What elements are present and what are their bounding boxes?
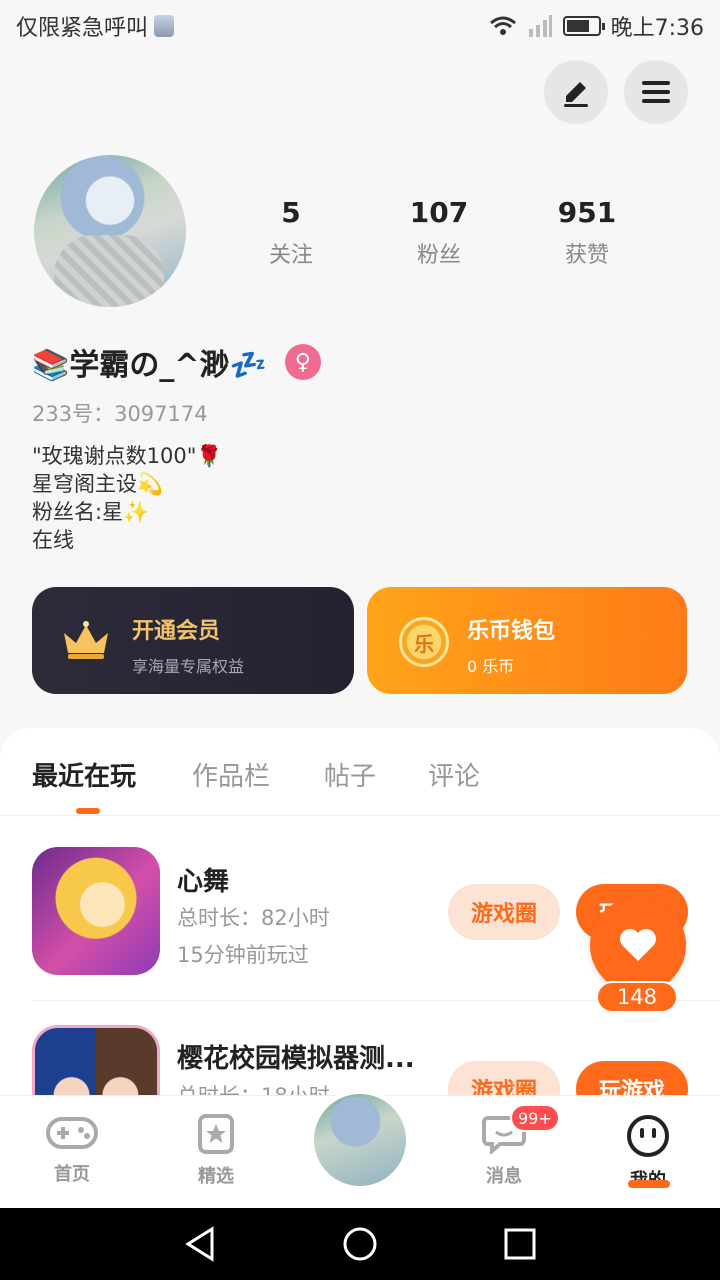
pencil-icon xyxy=(564,82,588,107)
vip-card[interactable]: 开通会员 享海量专属权益 xyxy=(32,587,354,694)
wallet-card[interactable]: 乐 乐币钱包 0 乐币 xyxy=(367,587,687,694)
nav-home[interactable]: 首页 xyxy=(22,1114,122,1186)
crown-icon xyxy=(64,621,108,659)
nav-label: 精选 xyxy=(198,1166,234,1187)
avatar xyxy=(314,1094,406,1186)
nickname: 📚学霸の_^渺💤 xyxy=(32,348,267,383)
signal-icon xyxy=(528,15,552,37)
stat-label: 粉丝 xyxy=(416,243,461,268)
game-circle-button[interactable]: 游戏圈 xyxy=(448,884,560,940)
home-icon[interactable] xyxy=(342,1226,378,1262)
wallet-balance: 0 乐币 xyxy=(467,657,515,676)
menu-button[interactable] xyxy=(624,60,688,124)
nav-label: 我的 xyxy=(598,1166,698,1192)
tab-posts[interactable]: 帖子 xyxy=(324,756,376,793)
game-icon[interactable] xyxy=(32,847,160,975)
system-nav-bar xyxy=(0,1208,720,1280)
user-id: 233号：3097174 xyxy=(32,402,208,426)
bio-line: 星穹阁主设💫 xyxy=(32,472,164,496)
stat-label: 关注 xyxy=(268,243,313,268)
stat-value: 107 xyxy=(409,196,469,229)
bio: "玫瑰谢点数100"🌹 星穹阁主设💫 粉丝名:星✨ 在线 xyxy=(32,442,223,554)
stat-fans[interactable]: 107 粉丝 xyxy=(379,196,499,269)
stat-following[interactable]: 5 关注 xyxy=(231,196,351,269)
female-icon: ♀ xyxy=(284,344,321,380)
vip-subtitle: 享海量专属权益 xyxy=(132,657,245,676)
like-count: 148 xyxy=(596,981,678,1013)
stat-value: 951 xyxy=(557,196,617,229)
battery-icon xyxy=(562,16,605,36)
shield-icon xyxy=(154,15,175,37)
tab-recent[interactable]: 最近在玩 xyxy=(32,756,136,793)
game-duration: 总时长：82小时 xyxy=(177,906,330,930)
status-bar: 仅限紧急呼叫 晚上7:36 xyxy=(0,0,720,50)
wallet-title: 乐币钱包 xyxy=(467,619,556,644)
stat-label: 获赞 xyxy=(564,243,609,268)
clock: 晚上7:36 xyxy=(610,16,704,41)
hamburger-icon xyxy=(642,81,670,103)
like-button[interactable] xyxy=(590,897,686,993)
edit-profile-button[interactable] xyxy=(544,60,608,124)
recents-icon[interactable] xyxy=(504,1228,536,1260)
nickname-row: 📚学霸の_^渺💤 ♀ xyxy=(32,340,321,384)
game-title[interactable]: 心舞 xyxy=(177,861,229,898)
vip-title: 开通会员 xyxy=(132,619,221,644)
game-last-played: 15分钟前玩过 xyxy=(177,943,309,967)
coin-icon: 乐 xyxy=(399,617,449,667)
nav-label: 消息 xyxy=(486,1166,522,1187)
gamepad-icon xyxy=(46,1117,98,1149)
tab-works[interactable]: 作品栏 xyxy=(192,756,270,793)
unread-badge: 99+ xyxy=(510,1104,560,1132)
wifi-icon xyxy=(489,16,516,35)
stat-value: 5 xyxy=(281,196,301,229)
nav-center-avatar[interactable] xyxy=(310,1090,410,1190)
nav-featured[interactable]: 精选 xyxy=(166,1114,266,1188)
game-title[interactable]: 樱花校园模拟器测... xyxy=(177,1038,415,1075)
back-icon[interactable] xyxy=(184,1226,216,1262)
divider xyxy=(0,815,720,816)
heart-icon xyxy=(620,929,656,961)
carrier-text: 仅限紧急呼叫 xyxy=(16,16,149,41)
tab-indicator xyxy=(76,808,100,814)
avatar[interactable] xyxy=(34,155,186,307)
bio-line: "玫瑰谢点数100"🌹 xyxy=(32,444,223,468)
bio-line: 在线 xyxy=(32,528,74,552)
nav-active-indicator xyxy=(628,1180,670,1188)
tab-comments[interactable]: 评论 xyxy=(428,756,480,793)
bio-line: 粉丝名:星✨ xyxy=(32,500,150,524)
nav-label: 首页 xyxy=(54,1164,90,1185)
star-bookmark-icon xyxy=(198,1114,234,1154)
stat-likes[interactable]: 951 获赞 xyxy=(527,196,647,269)
smiley-face-icon xyxy=(627,1115,669,1157)
